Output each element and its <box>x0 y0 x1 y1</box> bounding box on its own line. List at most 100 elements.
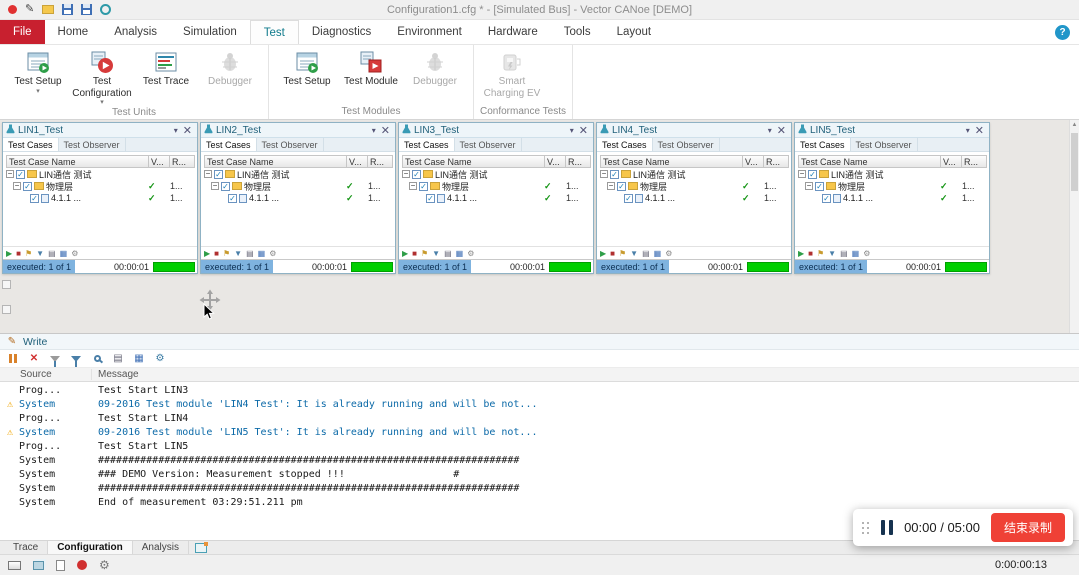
run-icon[interactable]: ▶ <box>6 249 12 258</box>
stop-recording-button[interactable]: 结束录制 <box>990 513 1065 542</box>
pin-icon[interactable]: ▾ <box>174 126 178 135</box>
write-row[interactable]: ⚠ System 09-2016 Test module 'LIN5 Test': … <box>0 425 1079 439</box>
report-icon[interactable]: ▤ <box>642 249 650 258</box>
pin-icon[interactable]: ▾ <box>372 126 376 135</box>
write-row[interactable]: ⚠System### DEMO Version: Measurement sto… <box>0 467 1079 481</box>
filter-icon[interactable]: ▼ <box>432 249 440 258</box>
tree-expander-icon[interactable]: − <box>6 170 14 178</box>
stop-icon[interactable]: ■ <box>214 249 219 258</box>
column-header[interactable]: R... <box>961 155 987 168</box>
pause-recording-icon[interactable] <box>881 520 894 535</box>
menu-tab-layout[interactable]: Layout <box>604 20 665 44</box>
write-row[interactable]: ⚠ System 09-2016 Test module 'LIN4 Test': … <box>0 397 1079 411</box>
menu-tab-analysis[interactable]: Analysis <box>101 20 170 44</box>
open-icon[interactable] <box>42 5 55 14</box>
settings-icon[interactable]: ⚙ <box>467 249 474 258</box>
test-window-tab[interactable]: Test Cases <box>795 138 851 151</box>
collapsed-panel-icon[interactable] <box>2 305 11 314</box>
test-window-tab[interactable]: Test Cases <box>3 138 59 151</box>
checkbox[interactable]: ✓ <box>808 169 817 179</box>
menu-tab-home[interactable]: Home <box>45 20 102 44</box>
edit-icon[interactable]: ✎ <box>25 4 34 15</box>
flag-icon[interactable]: ⚑ <box>619 249 626 258</box>
test-case-row[interactable]: ✓ 4.1.1 ... ✓ 1... <box>6 192 194 204</box>
menu-tab-environment[interactable]: Environment <box>384 20 475 44</box>
checkbox[interactable]: ✓ <box>426 193 435 203</box>
test-window-tab[interactable]: Test Observer <box>455 138 522 151</box>
test-case-row[interactable]: − ✓ 物理层 ✓ 1... <box>798 180 986 192</box>
test-case-row[interactable]: − ✓ LIN通信 测试 <box>6 168 194 180</box>
tree-expander-icon[interactable]: − <box>13 182 21 190</box>
tree-expander-icon[interactable]: − <box>600 170 608 178</box>
write-row[interactable]: ⚠SystemEnd of measurement 03:29:51.211 p… <box>0 495 1079 509</box>
write-row[interactable]: ⚠System#################################… <box>0 453 1079 467</box>
column-header[interactable]: V... <box>544 155 566 168</box>
run-icon[interactable]: ▶ <box>600 249 606 258</box>
test-case-row[interactable]: − ✓ 物理层 ✓ 1... <box>402 180 590 192</box>
run-icon[interactable]: ▶ <box>402 249 408 258</box>
menu-tab-tools[interactable]: Tools <box>551 20 604 44</box>
filter-icon[interactable]: ▼ <box>234 249 242 258</box>
layers-icon[interactable] <box>33 560 44 570</box>
checkbox[interactable]: ✓ <box>30 193 39 203</box>
test-case-row[interactable]: − ✓ 物理层 ✓ 1... <box>6 180 194 192</box>
column-header[interactable]: V... <box>742 155 764 168</box>
report-icon[interactable]: ▤ <box>246 249 254 258</box>
settings-icon[interactable]: ⚙ <box>269 249 276 258</box>
save-icon[interactable]: ▦ <box>258 249 266 258</box>
report-icon[interactable]: ▤ <box>444 249 452 258</box>
close-icon[interactable]: ✕ <box>577 124 590 137</box>
test-case-row[interactable]: ✓ 4.1.1 ... ✓ 1... <box>402 192 590 204</box>
menu-tab-file[interactable]: File <box>0 20 45 44</box>
close-icon[interactable]: ✕ <box>181 124 194 137</box>
column-header[interactable]: Test Case Name <box>402 155 545 168</box>
test-case-row[interactable]: ✓ 4.1.1 ... ✓ 1... <box>798 192 986 204</box>
save-icon[interactable]: ▦ <box>852 249 860 258</box>
test-window-tab[interactable]: Test Cases <box>201 138 257 151</box>
save-icon[interactable]: ▦ <box>456 249 464 258</box>
column-header[interactable]: R... <box>169 155 195 168</box>
tree-expander-icon[interactable]: − <box>798 170 806 178</box>
keyboard-icon[interactable] <box>8 560 21 570</box>
write-row[interactable]: ⚠Prog...Test Start LIN5 <box>0 439 1079 453</box>
test-window-tab[interactable]: Test Cases <box>597 138 653 151</box>
tree-expander-icon[interactable]: − <box>607 182 615 190</box>
test-window-tab[interactable]: Test Observer <box>851 138 918 151</box>
sync-icon[interactable] <box>100 4 112 15</box>
test-window-tab[interactable]: Test Observer <box>653 138 720 151</box>
filter-icon[interactable]: ▼ <box>36 249 44 258</box>
stop-icon[interactable]: ■ <box>16 249 21 258</box>
log-file-icon[interactable] <box>56 559 65 571</box>
settings-icon[interactable]: ⚙ <box>665 249 672 258</box>
flag-icon[interactable]: ⚑ <box>421 249 428 258</box>
tree-expander-icon[interactable]: − <box>409 182 417 190</box>
checkbox[interactable]: ✓ <box>412 169 421 179</box>
flag-icon[interactable]: ⚑ <box>223 249 230 258</box>
menu-tab-test[interactable]: Test <box>249 20 299 44</box>
stop-icon[interactable]: ■ <box>412 249 417 258</box>
test-window-titlebar[interactable]: LIN2_Test ▾ ✕ <box>201 123 395 138</box>
filter-icon[interactable] <box>69 352 83 367</box>
help-icon[interactable]: ? <box>1055 25 1070 40</box>
write-row[interactable]: ⚠Prog...Test Start LIN3 <box>0 383 1079 397</box>
checkbox[interactable]: ✓ <box>610 169 619 179</box>
save-icon[interactable]: ▦ <box>60 249 68 258</box>
search-icon[interactable] <box>90 352 104 366</box>
write-row[interactable]: ⚠Prog...Test Start LIN4 <box>0 411 1079 425</box>
flag-icon[interactable]: ⚑ <box>817 249 824 258</box>
drag-grip-icon[interactable] <box>861 521 870 534</box>
record-icon[interactable] <box>8 5 17 14</box>
test-case-row[interactable]: ✓ 4.1.1 ... ✓ 1... <box>204 192 392 204</box>
test-window-tab[interactable]: Test Observer <box>257 138 324 151</box>
column-header[interactable]: V... <box>148 155 170 168</box>
checkbox[interactable]: ✓ <box>822 193 831 203</box>
close-icon[interactable]: ✕ <box>973 124 986 137</box>
scrollbar-thumb[interactable] <box>1071 133 1078 191</box>
column-header[interactable]: R... <box>565 155 591 168</box>
column-header[interactable]: Test Case Name <box>6 155 149 168</box>
stop-icon[interactable]: ■ <box>610 249 615 258</box>
checkbox[interactable]: ✓ <box>228 193 237 203</box>
column-header[interactable]: R... <box>367 155 393 168</box>
test-case-row[interactable]: ✓ 4.1.1 ... ✓ 1... <box>600 192 788 204</box>
bottom-tab-analysis[interactable]: Analysis <box>133 541 189 554</box>
